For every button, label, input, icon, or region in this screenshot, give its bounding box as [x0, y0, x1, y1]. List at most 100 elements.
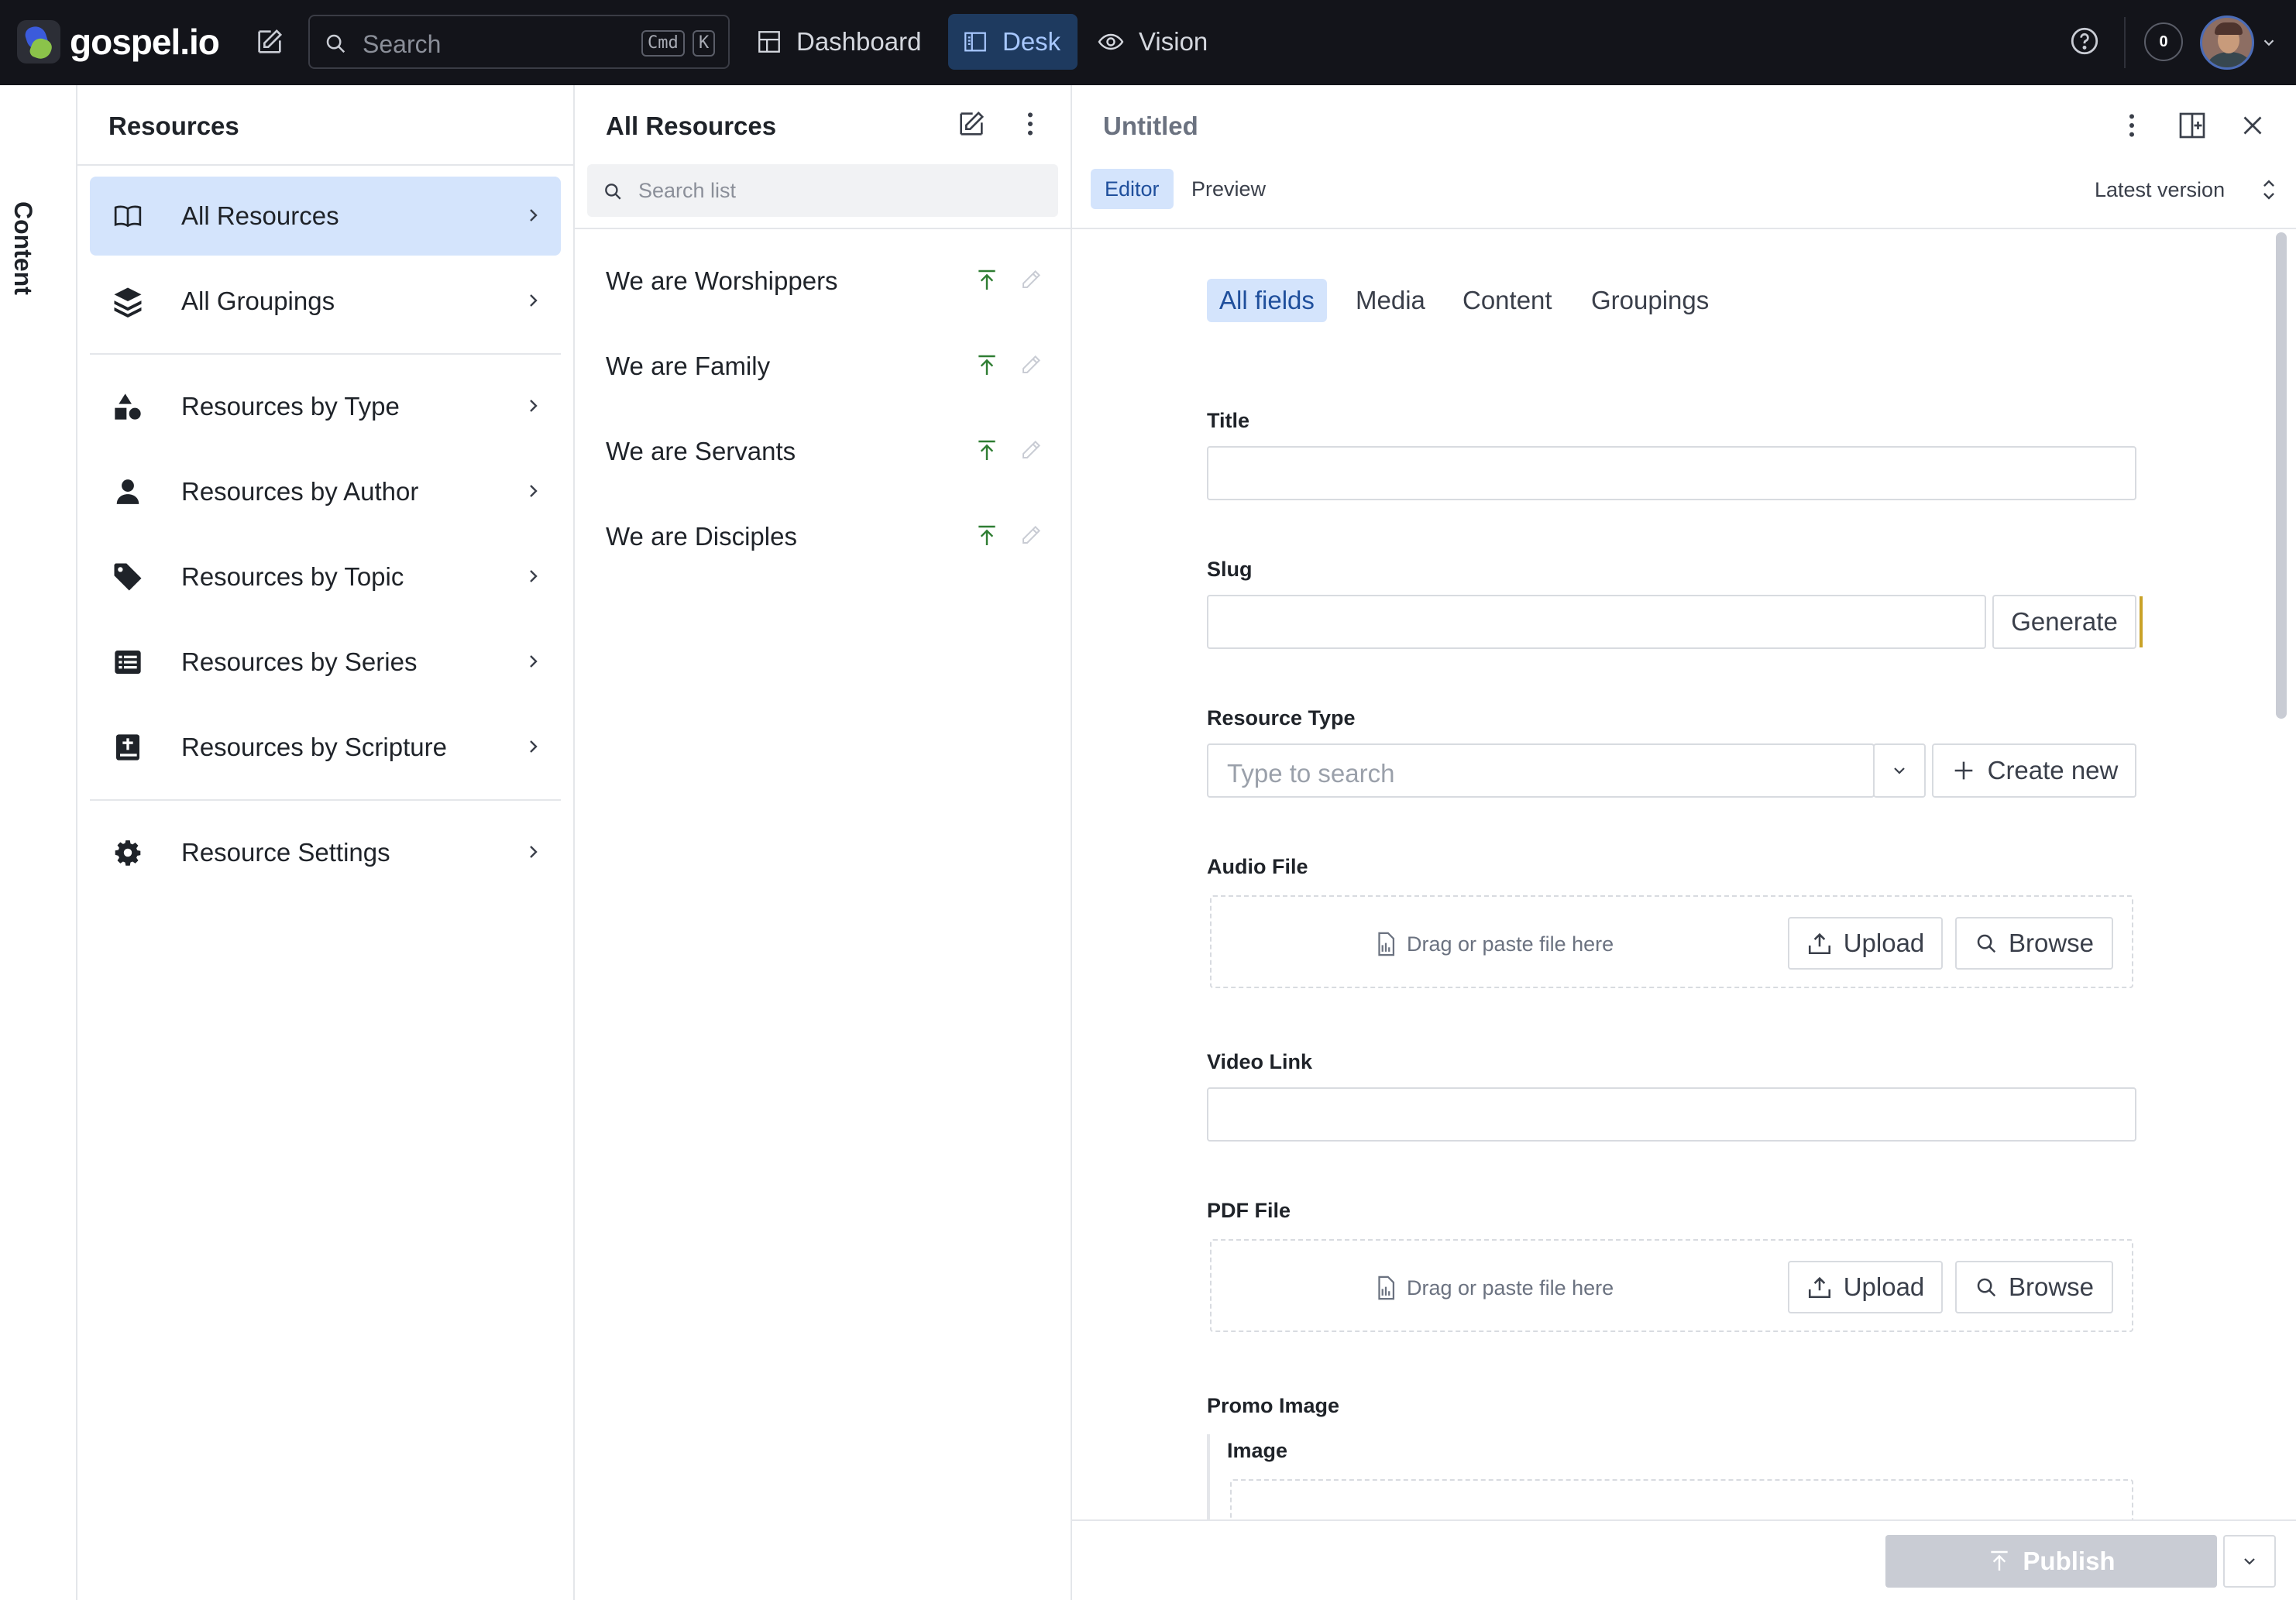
- field-group-media[interactable]: Media: [1343, 279, 1438, 322]
- search-icon: [1975, 932, 1998, 955]
- help-icon[interactable]: [2068, 25, 2101, 57]
- layers-icon: [112, 285, 144, 318]
- content-tab[interactable]: Content: [9, 201, 37, 295]
- upload-icon: [1806, 1274, 1833, 1300]
- nav-dashboard[interactable]: Dashboard: [742, 14, 938, 70]
- global-search-input[interactable]: Search Cmd K: [308, 15, 730, 69]
- resource-type-dropdown-button[interactable]: [1873, 743, 1926, 798]
- generate-slug-button[interactable]: Generate: [1992, 595, 2136, 649]
- split-pane-icon[interactable]: [2177, 110, 2208, 141]
- divider: [1072, 228, 2296, 229]
- search-list-input[interactable]: Search list: [587, 164, 1058, 217]
- close-icon[interactable]: [2239, 112, 2267, 139]
- title-input[interactable]: [1207, 446, 2136, 500]
- field-group-all-fields[interactable]: All fields: [1207, 279, 1327, 322]
- published-icon: [974, 353, 999, 378]
- chevron-right-icon: [524, 652, 542, 671]
- more-vertical-icon[interactable]: [1015, 108, 1046, 139]
- dropzone-hint: Drag or paste file here: [1374, 931, 1614, 957]
- document-list-item[interactable]: We are Worshippers: [575, 242, 1071, 319]
- dropzone-hint-text: Drag or paste file here: [1407, 1276, 1614, 1300]
- publish-options-button[interactable]: [2223, 1535, 2276, 1588]
- menu-item-label: Resources by Topic: [181, 562, 404, 591]
- file-icon: [1374, 1275, 1397, 1301]
- nav-vision-label: Vision: [1139, 27, 1208, 56]
- menu-item-resources-by-author[interactable]: Resources by Author: [90, 452, 561, 531]
- upload-button[interactable]: Upload: [1788, 917, 1943, 970]
- search-icon: [1975, 1276, 1998, 1299]
- menu-item-label: Resources by Series: [181, 647, 418, 676]
- search-icon: [603, 181, 623, 201]
- scrollbar[interactable]: [2276, 232, 2287, 719]
- version-selector[interactable]: Latest version: [2095, 178, 2274, 202]
- document-list-item[interactable]: We are Disciples: [575, 497, 1071, 575]
- menu-item-label: Resource Settings: [181, 838, 390, 867]
- app-logo[interactable]: gospel.io: [17, 19, 220, 65]
- upload-label: Upload: [1843, 929, 1925, 957]
- menu-item-resources-by-scripture[interactable]: Resources by Scripture: [90, 708, 561, 787]
- top-navbar: gospel.io Search Cmd K Dashboard Desk Vi…: [0, 0, 2296, 85]
- menu-item-resources-by-topic[interactable]: Resources by Topic: [90, 537, 561, 616]
- video-link-field-label: Video Link: [1207, 1050, 1313, 1073]
- person-icon: [112, 476, 144, 508]
- resources-pane: Resources All Resources All Groupings Re…: [77, 85, 575, 1600]
- audio-file-dropzone[interactable]: Drag or paste file here Upload Browse: [1210, 895, 2133, 988]
- menu-item-resources-by-series[interactable]: Resources by Series: [90, 623, 561, 702]
- tab-preview[interactable]: Preview: [1177, 169, 1280, 209]
- edit-pencil-icon: [1019, 353, 1043, 376]
- document-list-item[interactable]: We are Family: [575, 327, 1071, 404]
- plus-icon: [1951, 757, 1977, 784]
- user-avatar[interactable]: [2200, 15, 2254, 70]
- publish-button[interactable]: Publish: [1885, 1535, 2217, 1588]
- chevron-right-icon: [524, 482, 542, 500]
- content-tool-rail: Content: [0, 85, 77, 1600]
- menu-item-label: All Resources: [181, 201, 339, 230]
- pane-title: All Resources: [606, 112, 777, 140]
- image-field-label: Image: [1227, 1439, 1288, 1462]
- edit-pencil-icon: [1019, 524, 1043, 547]
- menu-item-label: All Groupings: [181, 287, 335, 315]
- pane-title: Resources: [108, 112, 239, 140]
- create-new-button[interactable]: Create new: [1932, 743, 2136, 798]
- menu-separator: [90, 799, 561, 801]
- resource-type-input[interactable]: Type to search: [1207, 743, 1875, 798]
- chevron-down-icon[interactable]: [2260, 34, 2277, 51]
- upload-button[interactable]: Upload: [1788, 1261, 1943, 1313]
- pdf-file-dropzone[interactable]: Drag or paste file here Upload Browse: [1210, 1239, 2133, 1332]
- slug-input[interactable]: [1207, 595, 1986, 649]
- logo-mark: [17, 20, 60, 64]
- chevron-right-icon: [524, 567, 542, 585]
- menu-item-all-resources[interactable]: All Resources: [90, 177, 561, 256]
- menu-item-resources-by-type[interactable]: Resources by Type: [90, 367, 561, 446]
- nav-vision[interactable]: Vision: [1083, 14, 1225, 70]
- upload-icon: [1806, 930, 1833, 956]
- gear-icon: [112, 836, 144, 869]
- file-icon: [1374, 931, 1397, 957]
- document-title: Untitled: [1103, 112, 1198, 140]
- browse-button[interactable]: Browse: [1955, 1261, 2113, 1313]
- field-group-content[interactable]: Content: [1450, 279, 1565, 322]
- published-icon: [974, 268, 999, 293]
- chevron-right-icon: [524, 397, 542, 415]
- compose-icon[interactable]: [254, 26, 285, 57]
- topbar-divider: [2124, 17, 2126, 68]
- more-vertical-icon[interactable]: [2116, 110, 2147, 141]
- published-icon: [974, 438, 999, 463]
- chevron-down-icon: [2240, 1552, 2259, 1571]
- video-link-input[interactable]: [1207, 1087, 2136, 1142]
- browse-label: Browse: [2008, 1272, 2095, 1301]
- notifications-badge[interactable]: 0: [2144, 22, 2183, 61]
- nav-desk[interactable]: Desk: [948, 14, 1078, 70]
- browse-button[interactable]: Browse: [1955, 917, 2113, 970]
- document-list-item[interactable]: We are Servants: [575, 412, 1071, 489]
- chevron-right-icon: [524, 843, 542, 861]
- book-icon: [112, 200, 144, 232]
- compose-icon[interactable]: [956, 108, 987, 139]
- bible-icon: [112, 731, 144, 764]
- document-title: We are Worshippers: [606, 266, 838, 295]
- menu-item-all-groupings[interactable]: All Groupings: [90, 262, 561, 341]
- menu-item-resource-settings[interactable]: Resource Settings: [90, 813, 561, 892]
- field-group-groupings[interactable]: Groupings: [1579, 279, 1721, 322]
- menu-item-label: Resources by Scripture: [181, 733, 447, 761]
- tab-editor[interactable]: Editor: [1091, 169, 1174, 209]
